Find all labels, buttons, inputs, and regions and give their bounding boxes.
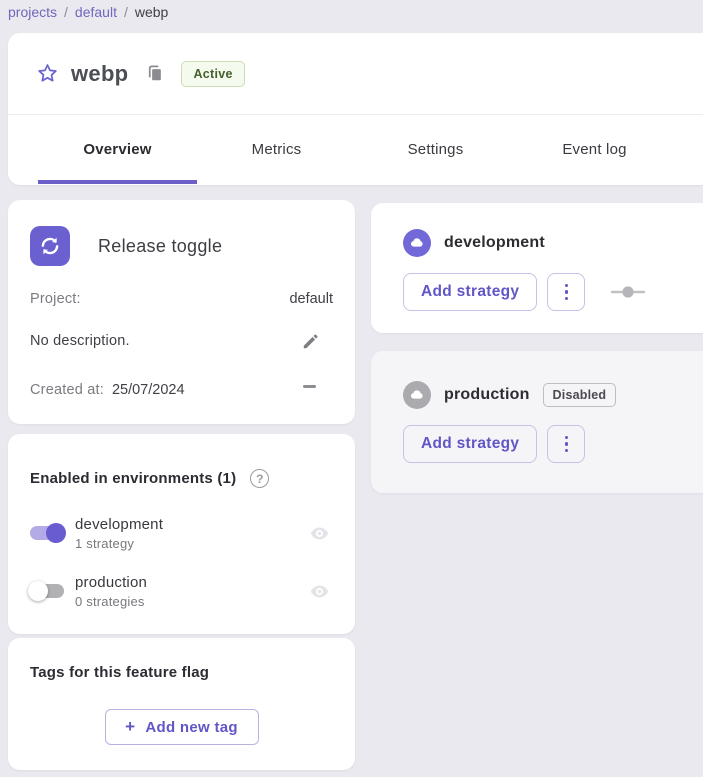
add-new-tag-button[interactable]: + Add new tag <box>105 709 259 745</box>
environment-name: production <box>75 574 147 591</box>
disabled-badge: Disabled <box>543 383 617 407</box>
tab-metrics[interactable]: Metrics <box>197 115 356 184</box>
feature-header-card: webp Active Overview Metrics Settings Ev… <box>8 33 703 185</box>
panel-environment-name: development <box>444 234 545 252</box>
minus-icon <box>303 385 316 388</box>
feature-header-row: webp Active <box>8 33 703 115</box>
environment-text: production 0 strategies <box>75 574 147 609</box>
environment-name: development <box>75 516 163 533</box>
tab-settings[interactable]: Settings <box>356 115 515 184</box>
environments-card-title: Enabled in environments (1) <box>30 470 236 487</box>
favorite-button[interactable] <box>35 62 59 86</box>
status-badge: Active <box>181 61 244 87</box>
created-row: Created at: 25/07/2024 <box>30 379 333 401</box>
environment-row-production: production 0 strategies <box>28 569 330 613</box>
environment-strategy-count: 1 strategy <box>75 536 163 551</box>
tags-card: Tags for this feature flag + Add new tag <box>8 638 355 770</box>
kebab-icon <box>565 436 569 440</box>
environment-text: development 1 strategy <box>75 516 163 551</box>
created-value: 25/07/2024 <box>112 382 185 398</box>
production-strategies-panel: production Disabled Add strategy <box>371 351 703 493</box>
development-toggle[interactable] <box>28 523 66 543</box>
page-title: webp <box>71 61 128 87</box>
breadcrumb-separator: / <box>64 4 68 20</box>
description-text: No description. <box>30 333 130 349</box>
toggle-thumb <box>46 523 66 543</box>
flag-details-card: Release toggle Project: default No descr… <box>8 200 355 424</box>
cloud-icon <box>403 381 431 409</box>
copy-icon <box>145 64 164 83</box>
breadcrumb-default[interactable]: default <box>75 4 117 20</box>
project-row: Project: default <box>30 288 333 310</box>
tab-bar: Overview Metrics Settings Event log <box>8 115 703 184</box>
eye-icon[interactable] <box>308 580 330 602</box>
breadcrumb-current: webp <box>135 4 168 20</box>
more-options-button[interactable] <box>547 273 585 311</box>
panel-actions: Add strategy <box>403 273 645 311</box>
environment-row-development: development 1 strategy <box>28 511 330 555</box>
development-strategies-panel: development Add strategy <box>371 203 703 333</box>
add-new-tag-label: Add new tag <box>145 719 237 736</box>
description-row: No description. <box>30 330 333 352</box>
feature-flag-page: projects / default / webp webp Active Ov… <box>0 0 703 777</box>
panel-header: development <box>403 229 545 257</box>
cloud-icon <box>403 229 431 257</box>
plus-icon: + <box>125 717 135 737</box>
more-options-button[interactable] <box>547 425 585 463</box>
strategy-separator-icon <box>611 285 645 299</box>
star-icon <box>36 62 59 85</box>
flag-type-row: Release toggle <box>30 226 222 266</box>
release-toggle-icon <box>30 226 70 266</box>
panel-actions: Add strategy <box>403 425 585 463</box>
created-label: Created at: <box>30 382 104 398</box>
tags-card-title: Tags for this feature flag <box>30 664 209 681</box>
flag-type-label: Release toggle <box>98 236 222 257</box>
project-value[interactable]: default <box>289 291 333 307</box>
add-strategy-button[interactable]: Add strategy <box>403 273 537 311</box>
add-strategy-button[interactable]: Add strategy <box>403 425 537 463</box>
enabled-environments-card: Enabled in environments (1) ? developmen… <box>8 434 355 634</box>
eye-icon[interactable] <box>308 522 330 544</box>
toggle-thumb <box>28 581 48 601</box>
environments-title-row: Enabled in environments (1) ? <box>30 469 269 488</box>
environment-strategy-count: 0 strategies <box>75 594 147 609</box>
breadcrumb: projects / default / webp <box>8 0 168 24</box>
active-tab-indicator <box>38 180 197 184</box>
tab-event-log[interactable]: Event log <box>515 115 674 184</box>
production-toggle[interactable] <box>28 581 66 601</box>
pencil-icon <box>301 332 320 351</box>
panel-environment-name: production <box>444 386 530 404</box>
breadcrumb-separator: / <box>124 4 128 20</box>
tab-overview[interactable]: Overview <box>38 115 197 184</box>
breadcrumb-projects[interactable]: projects <box>8 4 57 20</box>
copy-button[interactable] <box>143 63 165 85</box>
edit-description-button[interactable] <box>299 330 321 352</box>
kebab-icon <box>565 284 569 288</box>
help-icon[interactable]: ? <box>250 469 269 488</box>
project-label: Project: <box>30 291 81 307</box>
panel-header: production Disabled <box>403 381 616 409</box>
